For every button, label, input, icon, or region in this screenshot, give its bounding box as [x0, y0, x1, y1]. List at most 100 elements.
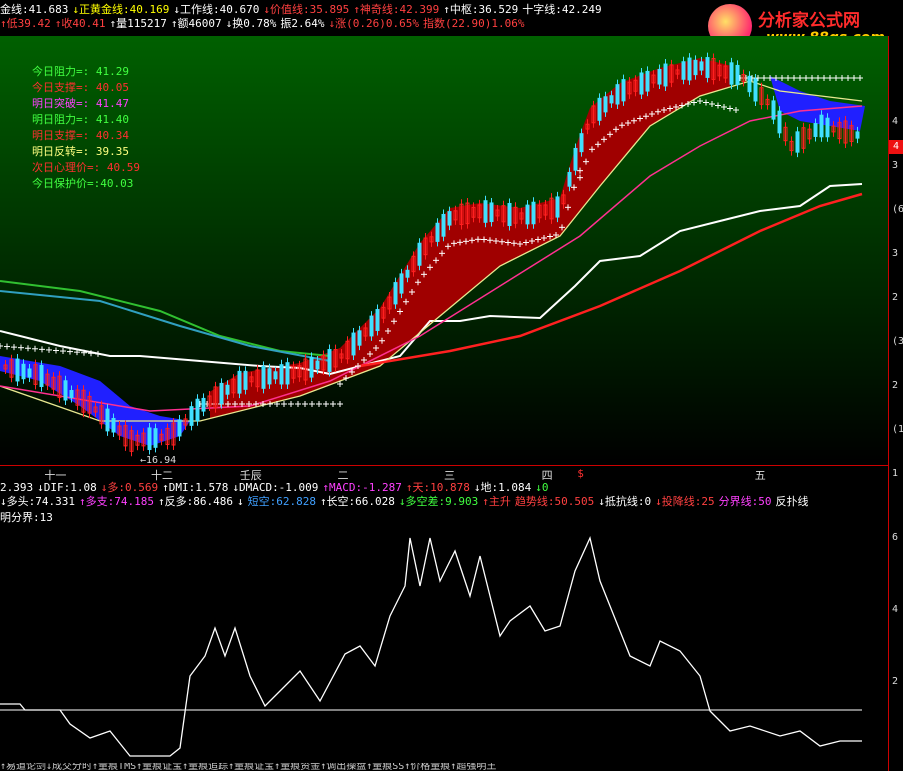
header-row3-item: ↑天:10.878 [405, 481, 470, 494]
candle-body [195, 398, 200, 422]
header-row4-item: ↑长空:66.028 [319, 495, 395, 508]
candle-body [753, 78, 758, 102]
header-row3-item: ↓地:1.084 [473, 481, 532, 494]
candle-body [747, 75, 752, 93]
candle-body [681, 61, 686, 80]
header-row4-item: ↑反多:86.486 [157, 495, 233, 508]
candle-body [639, 72, 644, 95]
price-axis-tick: (61 [892, 204, 903, 215]
price-axis: 4 3 (61 3 2 (38 2 (19 1 6 4 2 [888, 36, 903, 771]
header-row4-item: ↑多支:74.185 [78, 495, 154, 508]
formula-bar[interactable]: ↑易道论剑↓成交分时↑量痕TMS↑量痕证宝↑量痕追踪↑量痕证宝↑量痕资金↑调出操… [0, 763, 888, 771]
header-row2-item: 指数(22.90)1.06% [422, 17, 525, 30]
candle-body [507, 203, 512, 226]
candle-body [735, 64, 740, 86]
candle-body [777, 110, 782, 134]
candle-body [573, 147, 578, 171]
header-row2-item: ↓涨(0.26)0.65% [328, 17, 419, 30]
header-row4-item: ↓多头:74.331 [0, 495, 75, 508]
candle-body [771, 100, 776, 120]
candle-body [261, 365, 266, 389]
level-item: 次日心理价=: 40.59 [32, 161, 140, 174]
header-row-1: 金线:41.683 ↓正黄金线:40.169 ↓工作线:40.670 ↓价值线:35.… [0, 3, 606, 17]
date-axis-label: $ [577, 467, 584, 480]
candle-body [285, 362, 290, 385]
price-axis-tick: (38 [892, 336, 903, 347]
candle-body [15, 358, 20, 382]
level-list: 今日阻力=: 41.29 今日支撑=: 40.05 明日突破=: 41.47 明日阻力… [32, 64, 140, 192]
candle-body [267, 368, 272, 385]
header-row1-item: 十字线:42.249 [522, 3, 602, 16]
candle-body [315, 360, 320, 370]
header-row1-item: ↓价值线:35.895 [263, 3, 350, 16]
candle-body [645, 70, 650, 92]
price-axis-tick: 3 [892, 248, 899, 259]
candle-body [609, 95, 614, 104]
candle-body [603, 96, 608, 113]
candle-body [279, 364, 284, 385]
header-row3-item: ↓0 [535, 481, 549, 494]
candle-body [243, 370, 248, 390]
candle-body [621, 79, 626, 102]
header-row4-item: ↓抵抗线:0 [598, 495, 652, 508]
header-row3-item: ↑MACD:-1.287 [322, 481, 402, 494]
header-row2-item: 振2.64% [280, 17, 325, 30]
header-row2-item: ↑量115217 [109, 17, 167, 30]
candle-body [405, 269, 410, 278]
candle-body [399, 273, 404, 294]
header-row1-item: 金线:41.683 [0, 3, 69, 16]
indicator-background [0, 526, 888, 766]
indicator-row-1: 2.393 ↓DIF:1.08 ↓多:0.569 ↑DMI:1.578 ↓DMACD:-… [0, 481, 553, 495]
level-item: 明日突破=: 41.47 [32, 97, 129, 110]
level-item: 明日支撑=: 40.34 [32, 129, 129, 142]
candle-body [111, 417, 116, 433]
candle-body [579, 133, 584, 153]
price-axis-tick: 4 [892, 116, 899, 127]
candle-body [483, 200, 488, 223]
price-axis-tick: 2 [892, 292, 899, 303]
header-row2-item: ↑低39.42 [0, 17, 51, 30]
candle-body [435, 222, 440, 242]
level-item: 明日阻力=: 41.40 [32, 113, 129, 126]
header-row4-item: ↑主升 [482, 495, 511, 508]
price-axis-tick: (19 [892, 424, 903, 435]
indicator-axis-tick: 4 [892, 604, 899, 615]
candle-body [189, 406, 194, 426]
header-row2-item: ↑收40.41 [54, 17, 106, 30]
header-row4-item: ↓投降线:25 [655, 495, 715, 508]
candle-body [531, 201, 536, 225]
candle-body [597, 97, 602, 121]
candle-body [489, 202, 494, 223]
candle-body [369, 315, 374, 337]
header-row3-item: 2.393 [0, 481, 34, 494]
candle-body [147, 427, 152, 451]
candle-body [825, 117, 830, 138]
price-axis-tick: 1 [892, 468, 899, 479]
header-row1-item: ↓工作线:40.670 [173, 3, 260, 16]
indicator-row-2: ↓多头:74.331 ↑多支:74.185 ↑反多:86.486 ↓ 短空:62.828… [0, 495, 813, 509]
candle-body [441, 213, 446, 237]
candle-body [39, 365, 44, 387]
candle-body [375, 309, 380, 331]
indicator-chart[interactable] [0, 526, 888, 766]
candle-body [27, 368, 32, 378]
candle-body [705, 57, 710, 78]
candle-body [105, 408, 110, 432]
candle-body [309, 356, 314, 378]
header-row4-item: 反扑线 [775, 495, 809, 508]
candle-body [351, 332, 356, 356]
indicator-axis-tick: 6 [892, 532, 899, 543]
header-row4-item: 短空:62.828 [247, 495, 316, 508]
candle-body [393, 282, 398, 305]
candle-body [699, 61, 704, 71]
candle-body [525, 204, 530, 225]
header-row4-item: ↓多空差:9.903 [398, 495, 479, 508]
candle-body [615, 84, 620, 105]
candle-body [813, 123, 818, 137]
candle-body [357, 330, 362, 346]
header-row3-item: ↓DIF:1.08 [37, 481, 97, 494]
indicator-row-3: 明分界:13 [0, 511, 53, 524]
candle-body [819, 114, 824, 138]
candle-body [729, 62, 734, 85]
candle-body [153, 428, 158, 448]
